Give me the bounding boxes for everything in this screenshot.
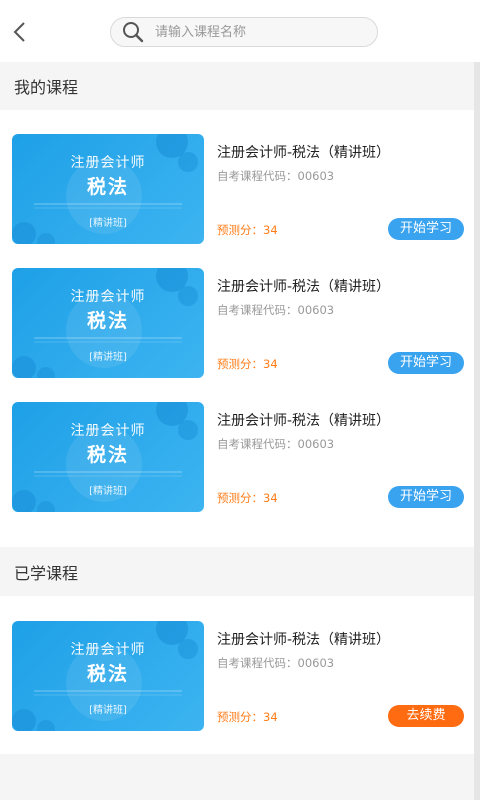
thumbnail-tag: [精讲班]: [89, 352, 127, 363]
predicted-score: 预测分：34: [217, 357, 278, 371]
course-title[interactable]: 注册会计师-税法（精讲班）: [217, 142, 390, 162]
course-item[interactable]: 注册会计师 税法 [精讲班] 注册会计师-税法（精讲班） 自考课程代码：0060…: [0, 402, 474, 512]
course-title[interactable]: 注册会计师-税法（精讲班）: [217, 410, 390, 430]
course-title[interactable]: 注册会计师-税法（精讲班）: [217, 629, 390, 649]
thumbnail-title: 税法: [86, 444, 129, 466]
course-code: 自考课程代码：00603: [217, 656, 335, 670]
predicted-score: 预测分：34: [217, 491, 278, 505]
thumbnail-tag: [精讲班]: [89, 705, 127, 716]
course-code: 自考课程代码：00603: [217, 303, 335, 317]
course-thumbnail[interactable]: 注册会计师 税法 [精讲班]: [12, 621, 204, 731]
course-item[interactable]: 注册会计师 税法 [精讲班] 注册会计师-税法（精讲班） 自考课程代码：0060…: [0, 268, 474, 378]
back-icon[interactable]: [8, 18, 32, 46]
my-courses-list: 注册会计师 税法 [精讲班] 注册会计师-税法（精讲班） 自考课程代码：0060…: [0, 110, 474, 547]
course-thumbnail[interactable]: 注册会计师 税法 [精讲班]: [12, 268, 204, 378]
thumbnail-subtitle: 注册会计师: [70, 423, 146, 439]
thumbnail-subtitle: 注册会计师: [70, 155, 146, 171]
header-bar: [0, 0, 480, 62]
start-learning-button[interactable]: 开始学习: [388, 486, 464, 508]
start-learning-button[interactable]: 开始学习: [388, 218, 464, 240]
section-title-studied-courses: 已学课程: [14, 564, 79, 583]
thumbnail-tag: [精讲班]: [89, 486, 127, 497]
course-item[interactable]: 注册会计师 税法 [精讲班] 注册会计师-税法（精讲班） 自考课程代码：0060…: [0, 134, 474, 244]
course-item[interactable]: 注册会计师 税法 [精讲班] 注册会计师-税法（精讲班） 自考课程代码：0060…: [0, 621, 474, 731]
thumbnail-title: 税法: [86, 310, 129, 332]
search-bar[interactable]: [110, 17, 378, 47]
start-learning-button[interactable]: 开始学习: [388, 352, 464, 374]
predicted-score: 预测分：34: [217, 710, 278, 724]
course-title[interactable]: 注册会计师-税法（精讲班）: [217, 276, 390, 296]
course-thumbnail[interactable]: 注册会计师 税法 [精讲班]: [12, 134, 204, 244]
search-icon: [119, 18, 147, 46]
thumbnail-subtitle: 注册会计师: [70, 642, 146, 658]
predicted-score: 预测分：34: [217, 223, 278, 237]
search-input[interactable]: [153, 23, 362, 41]
course-thumbnail[interactable]: 注册会计师 税法 [精讲班]: [12, 402, 204, 512]
studied-courses-list: 注册会计师 税法 [精讲班] 注册会计师-税法（精讲班） 自考课程代码：0060…: [0, 596, 474, 754]
course-code: 自考课程代码：00603: [217, 169, 335, 183]
scrollbar-track: [474, 62, 480, 800]
thumbnail-tag: [精讲班]: [89, 218, 127, 229]
thumbnail-title: 税法: [86, 663, 129, 685]
course-code: 自考课程代码：00603: [217, 437, 335, 451]
section-title-my-courses: 我的课程: [14, 78, 79, 97]
thumbnail-title: 税法: [86, 176, 129, 198]
thumbnail-subtitle: 注册会计师: [70, 289, 146, 305]
renew-button[interactable]: 去续费: [388, 705, 464, 727]
